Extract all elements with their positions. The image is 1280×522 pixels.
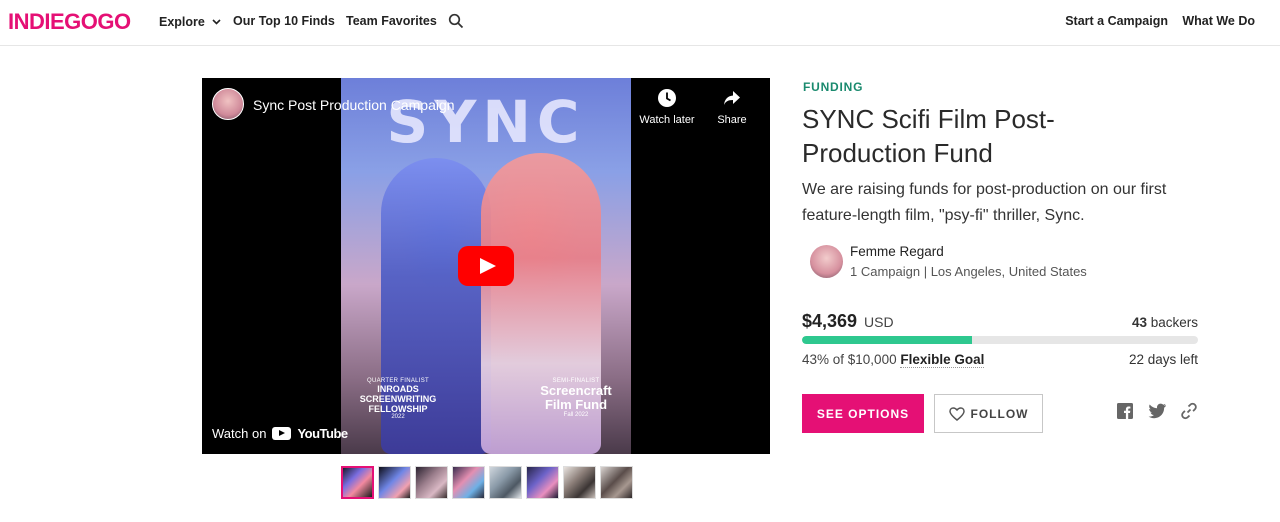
twitter-icon[interactable] (1147, 402, 1167, 422)
thumbnail-item[interactable] (378, 466, 411, 499)
share-arrow-icon (724, 91, 740, 105)
owner-name[interactable]: Femme Regard (850, 244, 944, 259)
share-button[interactable]: Share (702, 88, 762, 126)
thumbnail-item[interactable] (526, 466, 559, 499)
amount-raised: $4,369 (802, 311, 858, 331)
laurel-2-line1: Screencraft (540, 383, 612, 398)
laurel-1-line1: INROADS (377, 384, 419, 394)
video-title[interactable]: Sync Post Production Campaign (253, 97, 455, 113)
chevron-down-icon (212, 14, 221, 28)
search-icon[interactable] (448, 13, 464, 29)
goal-summary: 43% of $10,000 Flexible Goal (802, 352, 985, 368)
laurel-screencraft: SEMI-FINALIST Screencraft Film Fund Fall… (521, 378, 631, 418)
laurel-inroads: QUARTER FINALIST INROADS SCREENWRITING F… (343, 378, 453, 420)
nav-top-10-finds[interactable]: Our Top 10 Finds (233, 14, 335, 28)
youtube-wordmark: YouTube (297, 425, 348, 441)
youtube-logo-icon (272, 426, 292, 440)
owner-meta: 1 Campaign | Los Angeles, United States (850, 264, 1087, 279)
laurel-2-year: Fall 2022 (563, 412, 589, 418)
watch-on-youtube-link[interactable]: Watch on YouTube (212, 422, 348, 444)
laurel-1-line3: FELLOWSHIP (368, 404, 428, 414)
nav-start-campaign[interactable]: Start a Campaign (1065, 14, 1168, 28)
thumbnail-item[interactable] (452, 466, 485, 499)
campaign-title: SYNC Scifi Film Post-Production Fund (802, 104, 1055, 168)
campaign-status-label: FUNDING (803, 80, 864, 94)
owner-avatar[interactable] (810, 245, 843, 278)
channel-avatar[interactable] (212, 88, 244, 120)
play-button-icon[interactable] (458, 246, 514, 286)
backers-number: 43 (1131, 315, 1147, 330)
nav-explore-label: Explore (159, 15, 205, 29)
amount-currency: USD (864, 314, 894, 330)
campaign-video-player[interactable]: SYNC QUARTER FINALIST INROADS SCREENWRIT… (202, 78, 770, 454)
laurel-2-line2: Film Fund (544, 397, 608, 412)
watch-later-button[interactable]: Watch later (637, 88, 697, 126)
clock-icon (658, 89, 676, 107)
indiegogo-logo[interactable]: INDIEGOGO (8, 9, 131, 35)
facebook-icon[interactable] (1116, 402, 1136, 422)
heart-icon (948, 406, 965, 421)
goal-text: 43% of $10,000 (802, 352, 901, 367)
laurel-1-year: 2022 (391, 414, 405, 420)
follow-label: FOLLOW (970, 406, 1029, 421)
thumbnail-item[interactable] (563, 466, 596, 499)
funding-progress-fill (802, 336, 973, 344)
follow-button[interactable]: FOLLOW (934, 394, 1043, 433)
link-icon[interactable] (1180, 402, 1200, 422)
watch-later-label: Watch later (639, 114, 695, 126)
see-options-button[interactable]: SEE OPTIONS (802, 394, 924, 433)
thumbnail-item[interactable] (341, 466, 374, 499)
days-left: 22 days left (1128, 352, 1198, 367)
share-label: Share (717, 114, 747, 126)
thumbnail-item[interactable] (489, 466, 522, 499)
nav-team-favorites[interactable]: Team Favorites (346, 14, 437, 28)
laurel-1-line2: SCREENWRITING (359, 394, 437, 404)
thumbnail-item[interactable] (415, 466, 448, 499)
watch-on-label: Watch on (212, 425, 267, 441)
goal-type-link[interactable]: Flexible Goal (900, 352, 985, 368)
nav-explore[interactable]: Explore (159, 14, 221, 29)
site-header: INDIEGOGO Explore Our Top 10 Finds Team … (0, 0, 1280, 46)
backers-count: 43 backers (1132, 315, 1198, 330)
thumbnail-item[interactable] (600, 466, 633, 499)
funding-progress-bar (802, 336, 1198, 344)
media-thumbnails (341, 466, 633, 499)
nav-what-we-do[interactable]: What We Do (1182, 14, 1255, 28)
backers-label: backers (1146, 315, 1198, 330)
campaign-description: We are raising funds for post-production… (802, 181, 1167, 224)
